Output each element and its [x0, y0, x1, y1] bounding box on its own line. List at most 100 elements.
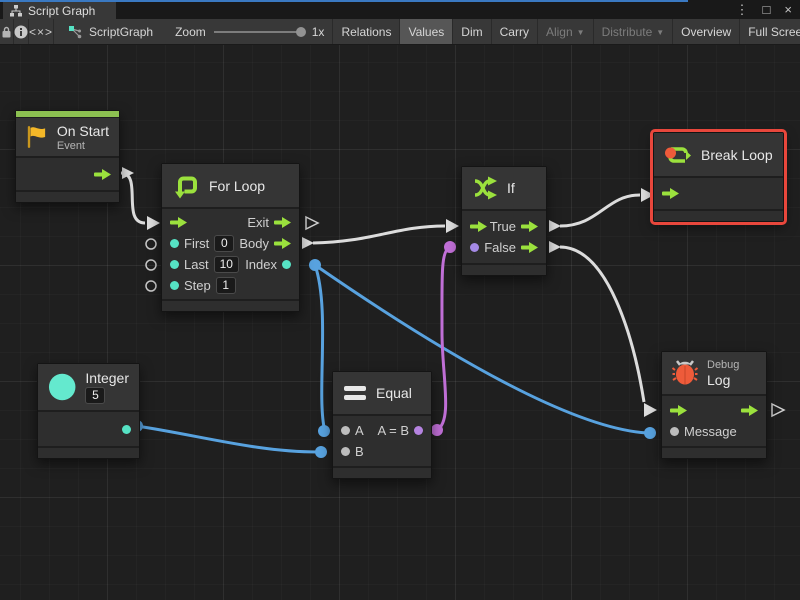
step-input-port[interactable]	[170, 281, 179, 290]
node-header[interactable]: Equal	[333, 372, 431, 416]
if-input-arrowhead[interactable]	[446, 219, 459, 233]
debuglog-input-arrowhead[interactable]	[644, 403, 657, 417]
zoom-control: Zoom 1x	[167, 19, 333, 44]
exit-output-port[interactable]	[274, 217, 291, 228]
debuglog-output-unconnected[interactable]	[772, 404, 784, 416]
onstart-output-connector[interactable]	[122, 167, 134, 179]
step-port-label: Step	[184, 278, 211, 293]
connection-wires	[0, 45, 800, 600]
window-close-icon[interactable]: ×	[784, 0, 792, 19]
index-output-port[interactable]	[282, 260, 291, 269]
graph-breadcrumb[interactable]: ScriptGraph	[54, 19, 167, 44]
graph-name: ScriptGraph	[89, 25, 153, 39]
message-wire-dot[interactable]	[644, 427, 656, 439]
zoom-slider[interactable]	[214, 31, 304, 33]
equal-a-wire-dot[interactable]	[318, 425, 330, 437]
node-integer[interactable]: Integer 5	[37, 363, 140, 459]
iffalse-wire-dot[interactable]	[444, 241, 456, 253]
result-port-label: A = B	[378, 423, 409, 438]
lock-icon	[0, 25, 13, 39]
b-input-port[interactable]	[341, 447, 350, 456]
toolbar-button-fullscreen[interactable]: Full Screen	[740, 19, 800, 44]
forloop-step-unconnected[interactable]	[146, 281, 156, 291]
node-break-loop[interactable]: Break Loop	[653, 132, 784, 222]
equal-result-wire-dot[interactable]	[431, 424, 443, 436]
a-input-port[interactable]	[341, 426, 350, 435]
node-header[interactable]: Break Loop	[654, 133, 783, 178]
step-value-field[interactable]: 1	[216, 277, 236, 294]
node-footer	[162, 299, 299, 311]
toolbar-button-distribute[interactable]: Distribute ▼	[594, 19, 674, 44]
break-loop-icon	[664, 142, 692, 168]
wire-integer-to-equal-b	[137, 426, 318, 452]
forloop-exit-unconnected[interactable]	[306, 217, 318, 229]
node-debug-log[interactable]: Debug Log Message	[661, 351, 767, 459]
integer-output-port[interactable]	[122, 425, 131, 434]
toolbar-button-overview[interactable]: Overview	[673, 19, 740, 44]
true-output-port[interactable]	[521, 221, 538, 232]
branch-icon	[472, 176, 498, 200]
info-icon	[14, 25, 28, 39]
toolbar-button-relations[interactable]: Relations	[333, 19, 400, 44]
forloop-first-unconnected[interactable]	[146, 239, 156, 249]
equals-icon	[343, 384, 367, 402]
wire-body-to-if	[313, 226, 445, 243]
wire-iftrue-to-breakloop	[560, 195, 640, 226]
if-true-connector[interactable]	[549, 220, 561, 232]
window-menu-icon[interactable]: ⋮	[736, 0, 749, 19]
body-port-label: Body	[239, 236, 269, 251]
message-port-label: Message	[684, 424, 737, 439]
node-header[interactable]: On Start Event	[16, 118, 119, 158]
node-for-loop[interactable]: For Loop Exit First	[161, 163, 300, 312]
equal-b-wire-dot[interactable]	[315, 446, 327, 458]
chevron-down-icon: ▼	[656, 28, 664, 37]
wire-onstart-to-forloop	[121, 173, 145, 223]
message-input-port[interactable]	[670, 427, 679, 436]
flow-input-port[interactable]	[670, 405, 687, 416]
flow-output-port[interactable]	[94, 169, 111, 180]
node-footer	[462, 263, 546, 275]
zoom-label: Zoom	[175, 25, 206, 39]
last-value-field[interactable]: 10	[214, 256, 239, 273]
lock-button[interactable]	[0, 19, 14, 44]
result-output-port[interactable]	[414, 426, 423, 435]
forloop-input-arrowhead[interactable]	[147, 216, 160, 230]
toolbar-button-carry[interactable]: Carry	[492, 19, 538, 44]
integer-value-field[interactable]: 5	[85, 387, 105, 404]
code-view-button[interactable]: <×>	[29, 19, 54, 44]
node-footer	[16, 190, 119, 202]
node-header[interactable]: If	[462, 167, 546, 211]
wire-equal-to-iffalse	[437, 249, 448, 430]
node-title: If	[507, 180, 515, 196]
if-false-connector[interactable]	[549, 241, 561, 253]
condition-input-port[interactable]	[470, 243, 479, 252]
node-header[interactable]: Debug Log	[662, 352, 766, 396]
graph-canvas[interactable]: On Start Event For Loop	[0, 45, 800, 600]
false-output-port[interactable]	[521, 242, 538, 253]
info-button[interactable]	[14, 19, 29, 44]
last-input-port[interactable]	[170, 260, 179, 269]
node-equal[interactable]: Equal A A = B B	[332, 371, 432, 479]
integer-type-icon	[48, 372, 76, 402]
node-header[interactable]: Integer 5	[38, 364, 139, 412]
flow-input-port[interactable]	[662, 188, 679, 199]
toolbar-button-align[interactable]: Align ▼	[538, 19, 594, 44]
body-output-port[interactable]	[274, 238, 291, 249]
flow-input-port[interactable]	[170, 217, 187, 228]
tab-script-graph[interactable]: Script Graph	[3, 2, 116, 19]
node-if[interactable]: If True	[461, 166, 547, 276]
node-header[interactable]: For Loop	[162, 164, 299, 209]
first-input-port[interactable]	[170, 239, 179, 248]
node-on-start[interactable]: On Start Event	[15, 110, 120, 203]
window-maximize-icon[interactable]: □	[763, 0, 771, 19]
index-wire-dot[interactable]	[309, 259, 321, 271]
flow-output-port[interactable]	[741, 405, 758, 416]
toolbar-button-dim[interactable]: Dim	[453, 19, 491, 44]
forloop-body-connector[interactable]	[302, 237, 314, 249]
node-subtitle: Event	[57, 140, 109, 152]
flow-input-port[interactable]	[470, 221, 487, 232]
forloop-last-unconnected[interactable]	[146, 260, 156, 270]
zoom-slider-handle[interactable]	[296, 27, 306, 37]
toolbar-button-values[interactable]: Values	[400, 19, 453, 44]
first-value-field[interactable]: 0	[214, 235, 234, 252]
